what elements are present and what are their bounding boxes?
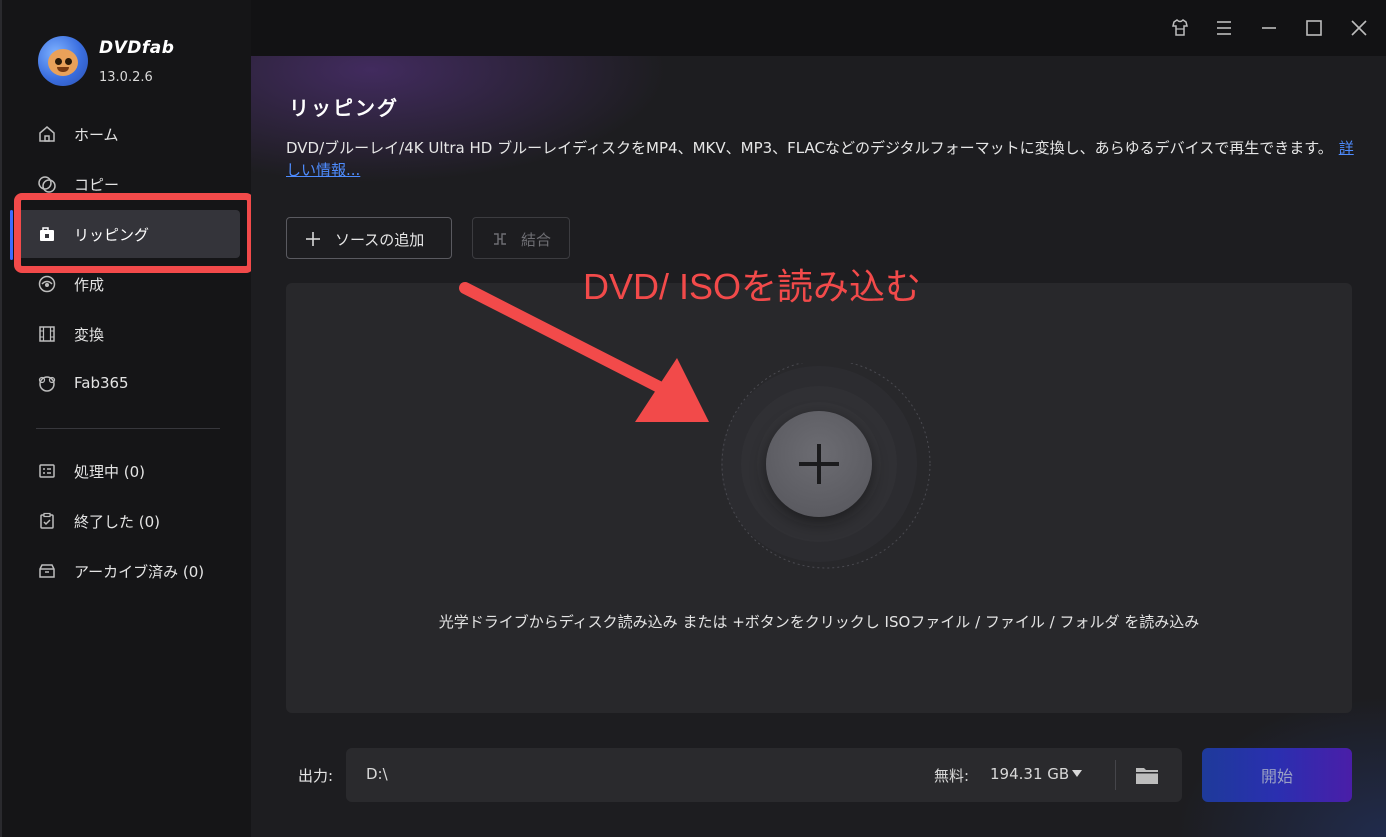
sidebar-item-label: ホーム bbox=[74, 126, 119, 144]
sidebar-item-label: コピー bbox=[74, 176, 120, 194]
drop-zone[interactable]: 光学ドライブからディスク読み込み または +ボタンをクリックし ISOファイル … bbox=[286, 283, 1352, 713]
active-indicator bbox=[10, 210, 13, 260]
copy-disc-icon bbox=[38, 176, 56, 193]
film-icon bbox=[39, 326, 55, 342]
output-path[interactable]: D:\ bbox=[366, 765, 388, 783]
merge-label: 結合 bbox=[521, 231, 552, 249]
app-window: DVDfab 13.0.2.6 ホーム コピー リッピング 作成 変換 Fab3… bbox=[0, 0, 1386, 837]
clipboard-check-icon bbox=[40, 512, 54, 529]
sidebar-item-archived[interactable]: アーカイブ済み (0) bbox=[16, 547, 240, 595]
task-list-icon bbox=[39, 464, 55, 478]
plus-icon bbox=[799, 444, 839, 484]
start-button[interactable]: 開始 bbox=[1202, 748, 1352, 802]
add-source-button[interactable]: ソースの追加 bbox=[286, 217, 452, 259]
merge-button[interactable]: 結合 bbox=[472, 217, 570, 259]
folder-icon[interactable] bbox=[1135, 764, 1159, 786]
minimize-icon[interactable] bbox=[1255, 14, 1283, 42]
menu-icon[interactable] bbox=[1210, 14, 1238, 42]
page-description: DVD/ブルーレイ/4K Ultra HD ブルーレイディスクをMP4、MKV、… bbox=[286, 137, 1361, 181]
output-separator bbox=[1115, 760, 1116, 790]
title-bar bbox=[251, 0, 1386, 56]
drop-hint: 光学ドライブからディスク読み込み または +ボタンをクリックし ISOファイル … bbox=[438, 613, 1200, 631]
sidebar-item-home[interactable]: ホーム bbox=[16, 110, 240, 158]
sidebar-item-label: 変換 bbox=[74, 326, 105, 344]
free-space-value[interactable]: 194.31 GB bbox=[990, 765, 1069, 783]
caret-down-icon[interactable] bbox=[1072, 770, 1082, 778]
maximize-icon[interactable] bbox=[1300, 14, 1328, 42]
sidebar-item-processing[interactable]: 処理中 (0) bbox=[16, 447, 240, 495]
page-title: リッピング bbox=[289, 96, 399, 120]
dvdfab-logo-icon bbox=[38, 36, 88, 86]
sidebar-item-converter[interactable]: 変換 bbox=[16, 310, 240, 358]
description-text: DVD/ブルーレイ/4K Ultra HD ブルーレイディスクをMP4、MKV、… bbox=[286, 139, 1333, 157]
free-space-label: 無料: bbox=[934, 767, 970, 785]
add-source-label: ソースの追加 bbox=[335, 231, 425, 249]
archive-icon bbox=[39, 564, 55, 578]
sidebar-item-label: Fab365 bbox=[74, 374, 129, 392]
sidebar-item-fab365[interactable]: Fab365 bbox=[16, 360, 240, 408]
creator-disc-icon bbox=[38, 275, 56, 293]
output-bar: D:\ 無料: 194.31 GB bbox=[346, 748, 1182, 802]
sidebar-item-label: 作成 bbox=[74, 276, 105, 294]
sidebar-item-label: アーカイブ済み (0) bbox=[74, 563, 205, 581]
skin-shirt-icon[interactable] bbox=[1166, 14, 1194, 42]
main-panel: リッピング DVD/ブルーレイ/4K Ultra HD ブルーレイディスクをMP… bbox=[251, 0, 1386, 837]
sidebar-item-label: 処理中 (0) bbox=[74, 463, 146, 481]
close-icon[interactable] bbox=[1345, 14, 1373, 42]
annotation-highlight-box bbox=[14, 193, 254, 273]
add-source-circle-button[interactable] bbox=[766, 411, 872, 517]
sidebar-item-label: 終了した (0) bbox=[74, 513, 161, 531]
sidebar-divider bbox=[36, 428, 220, 429]
sidebar-item-finished[interactable]: 終了した (0) bbox=[16, 497, 240, 545]
plus-icon bbox=[306, 232, 320, 246]
merge-icon bbox=[494, 233, 506, 245]
annotation-text: DVD/ ISOを読み込む bbox=[583, 266, 922, 307]
fab365-icon bbox=[38, 376, 56, 392]
home-icon bbox=[39, 126, 55, 142]
brand: DVDfab 13.0.2.6 bbox=[38, 36, 238, 92]
app-version: 13.0.2.6 bbox=[99, 70, 153, 85]
sidebar: DVDfab 13.0.2.6 ホーム コピー リッピング 作成 変換 Fab3… bbox=[0, 0, 254, 837]
output-label: 出力: bbox=[298, 767, 334, 785]
app-name: DVDfab bbox=[99, 38, 175, 58]
